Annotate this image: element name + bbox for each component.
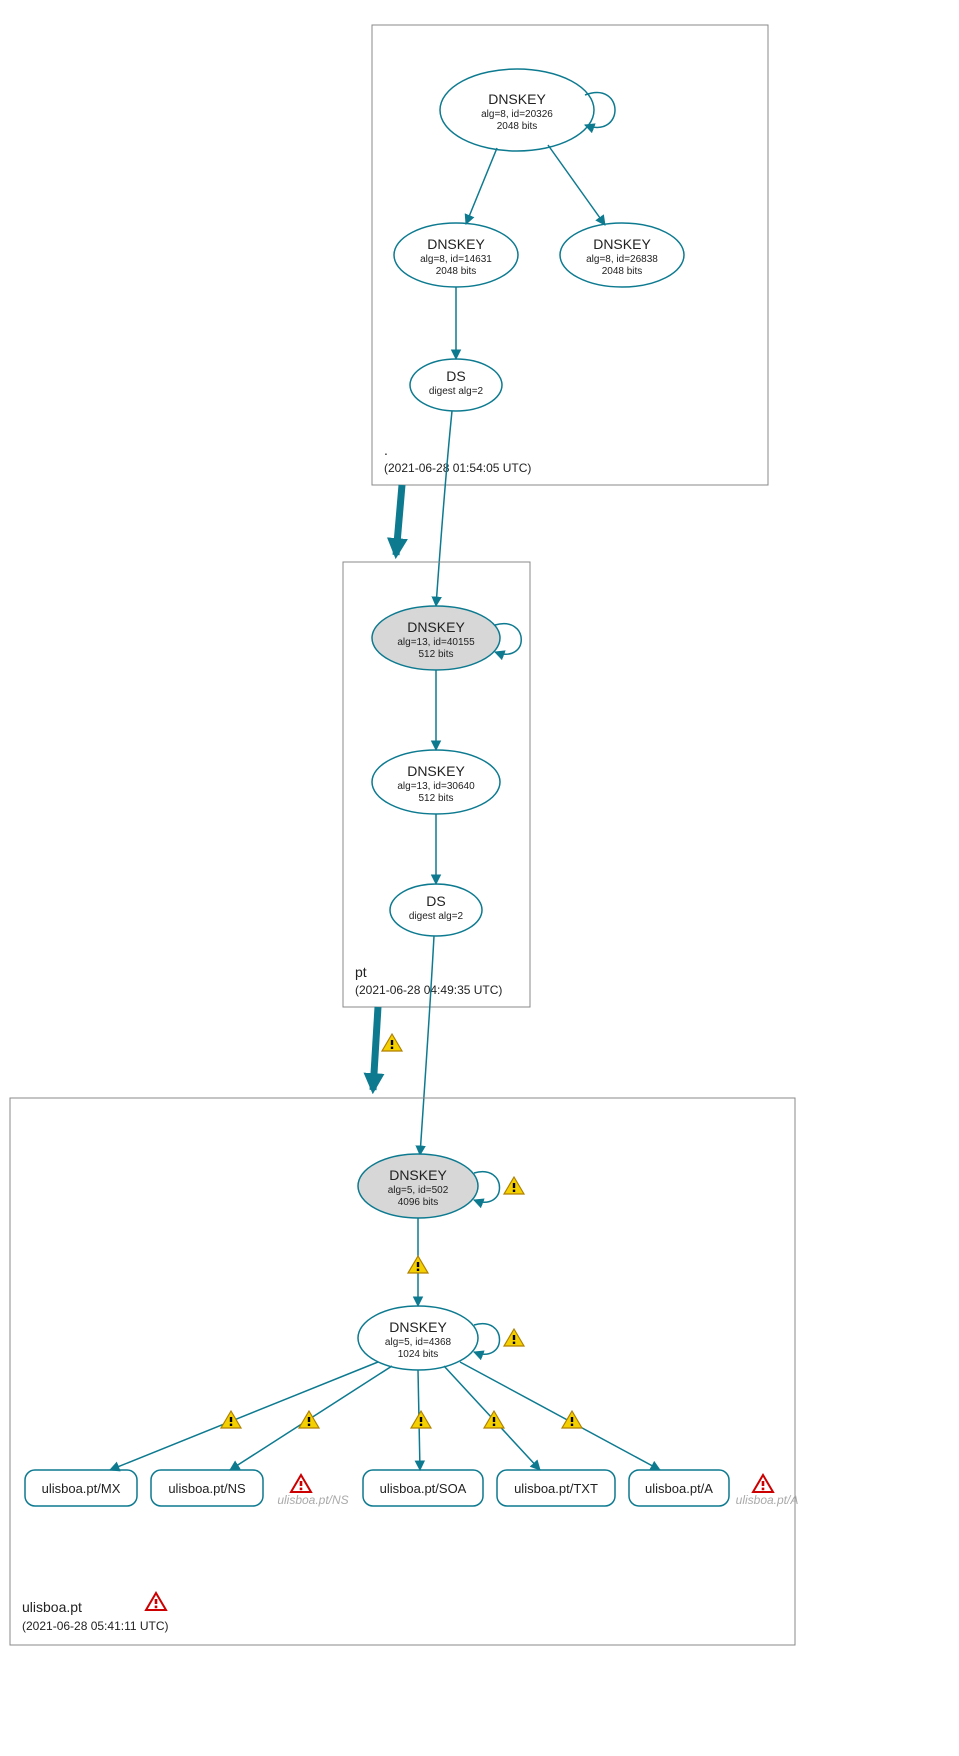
- svg-text:DNSKEY: DNSKEY: [389, 1319, 447, 1335]
- node-pt-ksk[interactable]: DNSKEY alg=13, id=40155 512 bits: [372, 606, 500, 670]
- record-a[interactable]: ulisboa.pt/A: [629, 1470, 729, 1506]
- zone-ulisboa-label: ulisboa.pt: [22, 1599, 82, 1615]
- edge-rootksk-zsk1: [466, 148, 497, 224]
- record-mx[interactable]: ulisboa.pt/MX: [25, 1470, 137, 1506]
- error-icon: [753, 1475, 773, 1492]
- node-ulisboa-ksk[interactable]: DNSKEY alg=5, id=502 4096 bits: [358, 1154, 478, 1218]
- svg-text:alg=8, id=14631: alg=8, id=14631: [420, 254, 492, 265]
- svg-text:2048 bits: 2048 bits: [602, 266, 643, 277]
- svg-text:ulisboa.pt/TXT: ulisboa.pt/TXT: [514, 1481, 598, 1496]
- dnssec-graph: . (2021-06-28 01:54:05 UTC) DNSKEY alg=8…: [0, 0, 959, 1756]
- svg-text:1024 bits: 1024 bits: [398, 1349, 439, 1360]
- zone-root-time: (2021-06-28 01:54:05 UTC): [384, 461, 531, 475]
- node-root-zsk-14631[interactable]: DNSKEY alg=8, id=14631 2048 bits: [394, 223, 518, 287]
- ghost-ns: ulisboa.pt/NS: [277, 1493, 348, 1507]
- svg-text:DNSKEY: DNSKEY: [488, 91, 546, 107]
- node-root-zsk-26838[interactable]: DNSKEY alg=8, id=26838 2048 bits: [560, 223, 684, 287]
- edge-rootksk-zsk2: [548, 145, 605, 225]
- record-ns[interactable]: ulisboa.pt/NS: [151, 1470, 263, 1506]
- svg-text:alg=13, id=40155: alg=13, id=40155: [397, 637, 475, 648]
- warning-icon: [299, 1411, 319, 1428]
- svg-text:alg=13, id=30640: alg=13, id=30640: [397, 781, 475, 792]
- zone-root: . (2021-06-28 01:54:05 UTC) DNSKEY alg=8…: [372, 25, 768, 485]
- node-root-ksk[interactable]: DNSKEY alg=8, id=20326 2048 bits: [440, 69, 594, 151]
- svg-text:2048 bits: 2048 bits: [497, 121, 538, 132]
- warning-icon: [382, 1034, 402, 1051]
- svg-text:DNSKEY: DNSKEY: [427, 236, 485, 252]
- svg-text:alg=5, id=502: alg=5, id=502: [388, 1185, 449, 1196]
- record-soa[interactable]: ulisboa.pt/SOA: [363, 1470, 483, 1506]
- zone-ulisboa: ulisboa.pt (2021-06-28 05:41:11 UTC) DNS…: [10, 1098, 798, 1645]
- warning-icon: [504, 1329, 524, 1346]
- warning-icon: [408, 1256, 428, 1273]
- zone-pt-time: (2021-06-28 04:49:35 UTC): [355, 983, 502, 997]
- svg-text:2048 bits: 2048 bits: [436, 266, 477, 277]
- svg-text:digest alg=2: digest alg=2: [429, 386, 484, 397]
- edge-rootds-ptksk: [436, 411, 452, 606]
- svg-text:DNSKEY: DNSKEY: [407, 763, 465, 779]
- svg-text:ulisboa.pt/NS: ulisboa.pt/NS: [168, 1481, 246, 1496]
- svg-text:4096 bits: 4096 bits: [398, 1197, 439, 1208]
- warning-icon: [504, 1177, 524, 1194]
- svg-text:digest alg=2: digest alg=2: [409, 911, 464, 922]
- ghost-a: ulisboa.pt/A: [736, 1493, 799, 1507]
- svg-text:ulisboa.pt/MX: ulisboa.pt/MX: [42, 1481, 121, 1496]
- warning-icon: [411, 1411, 431, 1428]
- record-txt[interactable]: ulisboa.pt/TXT: [497, 1470, 615, 1506]
- delegation-root-pt: [396, 485, 402, 555]
- svg-text:DNSKEY: DNSKEY: [389, 1167, 447, 1183]
- svg-text:DS: DS: [426, 893, 445, 909]
- svg-text:alg=8, id=20326: alg=8, id=20326: [481, 109, 553, 120]
- error-icon: [146, 1593, 166, 1610]
- node-root-ds[interactable]: DS digest alg=2: [410, 359, 502, 411]
- node-pt-ds[interactable]: DS digest alg=2: [390, 884, 482, 936]
- svg-text:512 bits: 512 bits: [418, 649, 453, 660]
- error-icon: [291, 1475, 311, 1492]
- svg-text:ulisboa.pt/SOA: ulisboa.pt/SOA: [380, 1481, 467, 1496]
- delegation-pt-ulisboa: [373, 1007, 378, 1090]
- zone-root-label: .: [384, 442, 388, 458]
- svg-text:alg=8, id=26838: alg=8, id=26838: [586, 254, 658, 265]
- svg-text:512 bits: 512 bits: [418, 793, 453, 804]
- edge-ptds-ulksk: [420, 936, 434, 1155]
- svg-text:DNSKEY: DNSKEY: [593, 236, 651, 252]
- node-ulisboa-zsk[interactable]: DNSKEY alg=5, id=4368 1024 bits: [358, 1306, 478, 1370]
- zone-pt-label: pt: [355, 964, 367, 980]
- svg-text:DS: DS: [446, 368, 465, 384]
- node-pt-zsk[interactable]: DNSKEY alg=13, id=30640 512 bits: [372, 750, 500, 814]
- zone-pt: pt (2021-06-28 04:49:35 UTC) DNSKEY alg=…: [343, 562, 530, 1007]
- svg-text:DNSKEY: DNSKEY: [407, 619, 465, 635]
- edge-ulzsk-mx: [110, 1362, 378, 1470]
- zone-ulisboa-time: (2021-06-28 05:41:11 UTC): [22, 1619, 169, 1633]
- svg-text:ulisboa.pt/A: ulisboa.pt/A: [645, 1481, 713, 1496]
- svg-text:alg=5, id=4368: alg=5, id=4368: [385, 1337, 452, 1348]
- warning-icon: [221, 1411, 241, 1428]
